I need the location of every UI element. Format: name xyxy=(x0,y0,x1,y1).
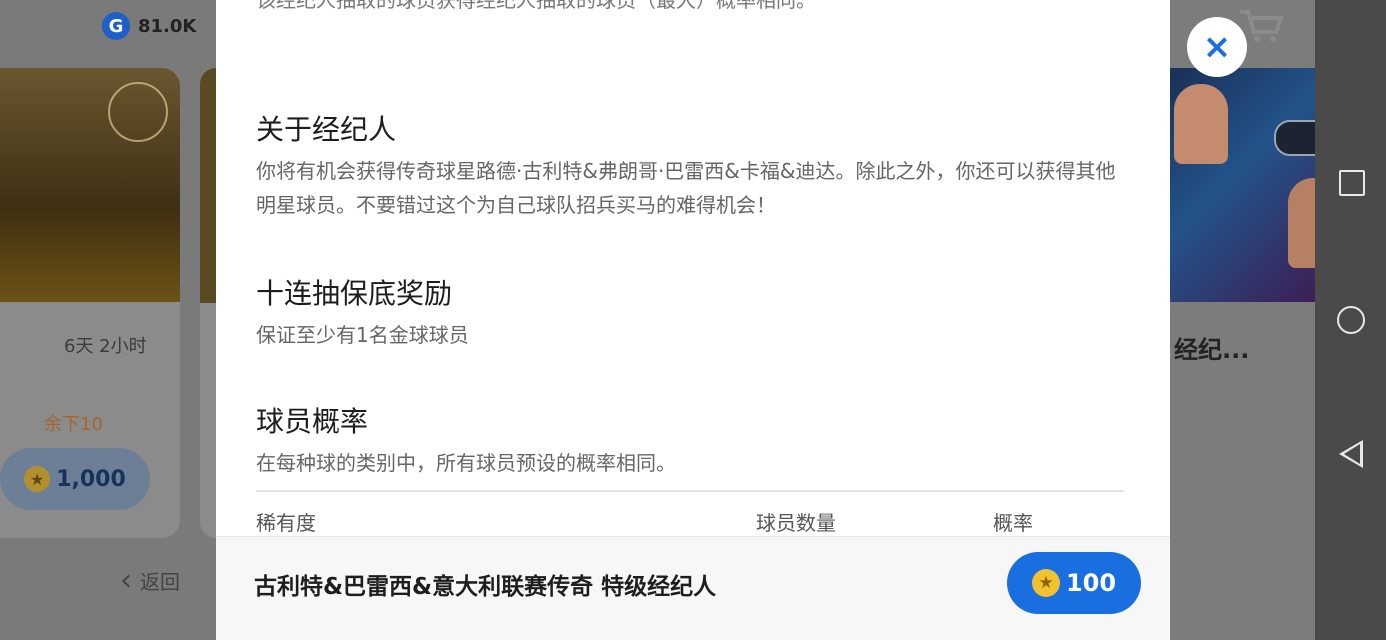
section-body-probability: 在每种球的类别中，所有球员预设的概率相同。 xyxy=(256,451,676,475)
gp-balance: G 81.0K xyxy=(102,12,196,40)
section-body-guarantee: 保证至少有1名金球球员 xyxy=(256,323,469,347)
section-title-probability: 球员概率 xyxy=(256,405,369,438)
left-card-price: 1,000 xyxy=(56,466,126,492)
coin-icon: ★ xyxy=(1031,569,1060,597)
gp-balance-value: 81.0K xyxy=(138,15,197,37)
agent-card-image xyxy=(0,68,180,302)
coin-icon: ★ xyxy=(24,466,51,492)
close-icon: × xyxy=(1202,27,1232,67)
recent-apps-icon[interactable] xyxy=(1339,170,1365,196)
remaining-count: 余下10 xyxy=(44,414,103,435)
buy-price: 100 xyxy=(1065,569,1117,597)
back-triangle-icon[interactable] xyxy=(1339,440,1363,468)
back-label: 返回 xyxy=(140,570,180,594)
time-left: 6天 2小时 xyxy=(64,336,147,357)
close-button[interactable]: × xyxy=(1187,17,1247,77)
agent-card-middle[interactable] xyxy=(200,68,216,538)
partial-text: 该经纪人抽取的球员获得经纪人抽取的球员（最大）概率相同。 xyxy=(256,0,816,12)
chevron-left-icon: ‹ xyxy=(120,563,132,598)
player-portrait xyxy=(1288,178,1315,268)
table-header-rarity: 稀有度 xyxy=(256,511,316,535)
player-portrait xyxy=(1174,84,1228,164)
home-icon[interactable] xyxy=(1337,306,1365,334)
agent-card-right[interactable]: 经纪... xyxy=(1170,0,1315,640)
video-icon[interactable] xyxy=(1274,120,1315,156)
buy-button[interactable]: ★ 100 xyxy=(1007,552,1141,614)
android-nav-bar xyxy=(1315,0,1386,640)
table-header-count: 球员数量 xyxy=(756,511,836,535)
section-title-about: 关于经纪人 xyxy=(256,113,397,146)
gp-coin-icon: G xyxy=(102,12,130,40)
agent-title: 古利特&巴雷西&意大利联赛传奇 特级经纪人 xyxy=(254,574,717,600)
table-header-probability: 概率 xyxy=(993,511,1033,535)
myclub-crest-icon xyxy=(108,82,168,142)
agent-card-left[interactable]: 6天 2小时 余下10 ★ 1,000 xyxy=(0,68,180,538)
section-title-guarantee: 十连抽保底奖励 xyxy=(256,277,453,310)
dialog-footer: 古利特&巴雷西&意大利联赛传奇 特级经纪人 ★ 100 xyxy=(216,536,1170,640)
section-body-about: 你将有机会获得传奇球星路德·古利特&弗朗哥·巴雷西&卡福&迪达。除此之外，你还可… xyxy=(256,159,1116,217)
agent-card-right-image xyxy=(1170,68,1315,302)
right-card-title: 经纪... xyxy=(1174,336,1250,364)
agent-details-dialog: 该经纪人抽取的球员获得经纪人抽取的球员（最大）概率相同。 关于经纪人 你将有机会… xyxy=(216,0,1170,640)
left-card-price-button[interactable]: ★ 1,000 xyxy=(0,448,150,510)
table-divider xyxy=(256,490,1124,492)
back-button[interactable]: ‹ 返回 xyxy=(120,563,180,598)
